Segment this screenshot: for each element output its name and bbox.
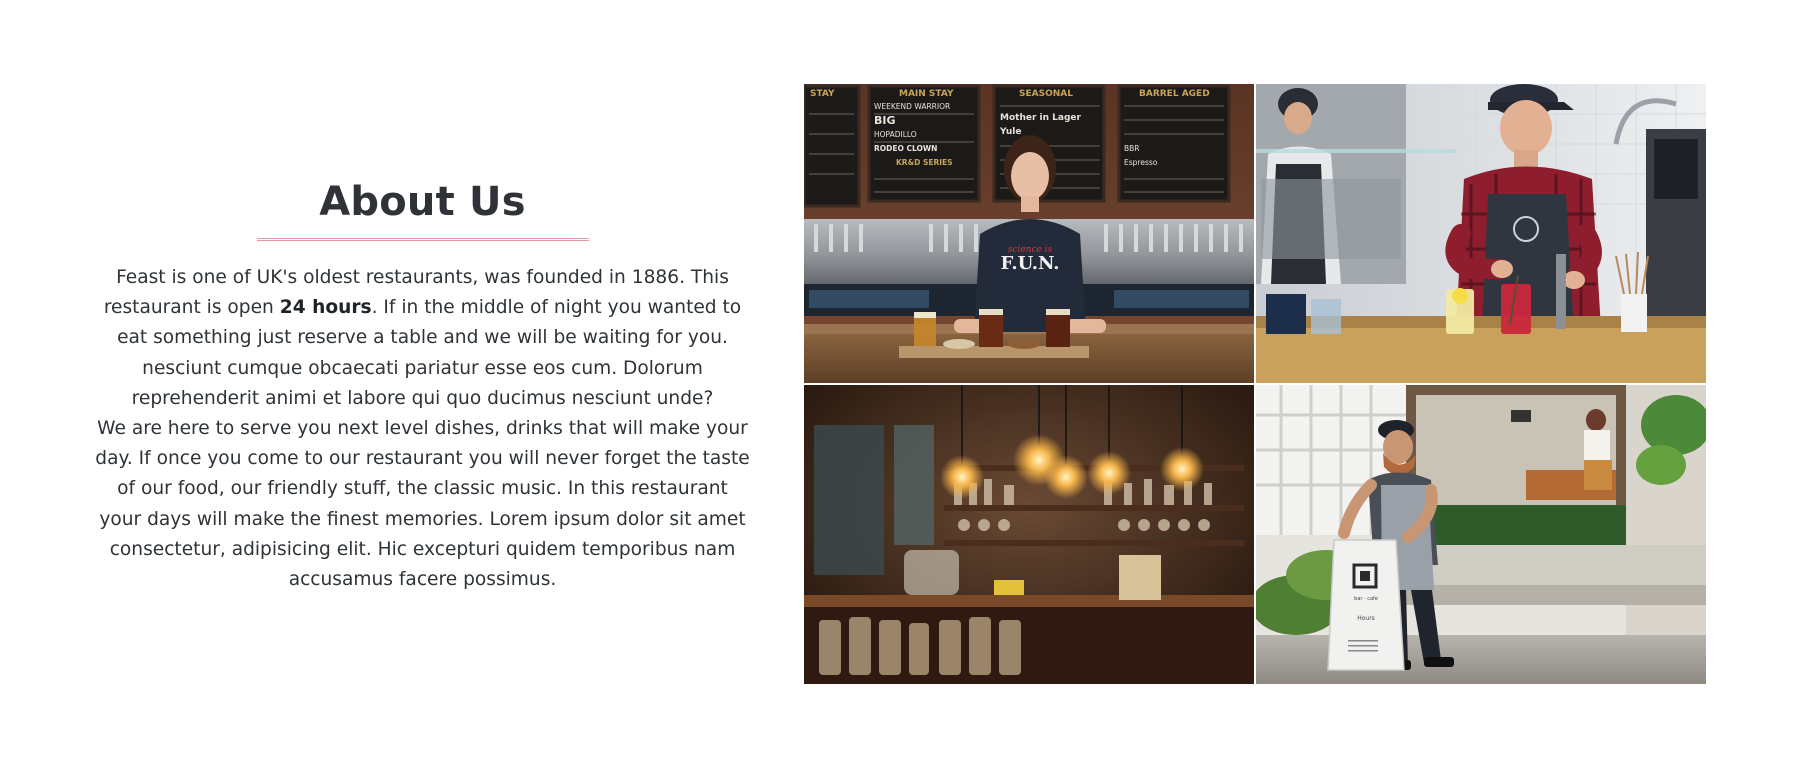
bar-waitress-photo: STAY MAIN STAY SEASONAL BARREL AGED WEEK… — [804, 84, 1254, 383]
barista-image — [1256, 84, 1706, 383]
board-item: WEEKEND WARRIOR — [874, 102, 950, 111]
board-item: RODEO CLOWN — [874, 144, 937, 153]
board-header-seasonal: SEASONAL — [1019, 89, 1073, 99]
board-item: BBR — [1124, 144, 1140, 153]
board-item: Yule — [999, 127, 1021, 137]
board-item: BIG — [874, 114, 896, 127]
image-gallery: STAY MAIN STAY SEASONAL BARREL AGED WEEK… — [804, 84, 1706, 684]
board-item: KR&D SERIES — [896, 158, 953, 167]
shirt-text: F.U.N. — [1000, 253, 1059, 274]
about-paragraph: Feast is one of UK's oldest restaurants,… — [94, 263, 751, 595]
board-item: Espresso — [1124, 158, 1158, 167]
barista-photo — [1256, 84, 1706, 383]
about-paragraph-second: We are here to serve you next level dish… — [95, 418, 750, 591]
sign-hours: Hours — [1357, 615, 1375, 622]
cafe-sign-photo: bar · cafe Hours — [1256, 385, 1706, 684]
board-item: HOPADILLO — [874, 130, 917, 139]
bar-interior-image — [804, 385, 1254, 684]
title-underline — [256, 238, 589, 241]
board-header-barrel-aged: BARREL AGED — [1139, 89, 1210, 99]
sign-subtitle: bar · cafe — [1354, 596, 1378, 602]
bar-waitress-image: STAY MAIN STAY SEASONAL BARREL AGED WEEK… — [804, 84, 1254, 383]
opening-hours-highlight: 24 hours — [279, 297, 372, 319]
about-title: About Us — [319, 179, 526, 225]
page: About Us Feast is one of UK's oldest res… — [0, 0, 1805, 763]
about-section: About Us Feast is one of UK's oldest res… — [0, 0, 1805, 763]
bar-interior-photo — [804, 385, 1254, 684]
about-text-block: About Us Feast is one of UK's oldest res… — [94, 176, 751, 595]
board-header-main-stay: MAIN STAY — [899, 89, 954, 99]
board-item: Mother in Lager — [1000, 113, 1082, 123]
cafe-sign-image: bar · cafe Hours — [1256, 385, 1706, 684]
board-header-stay: STAY — [810, 89, 835, 99]
